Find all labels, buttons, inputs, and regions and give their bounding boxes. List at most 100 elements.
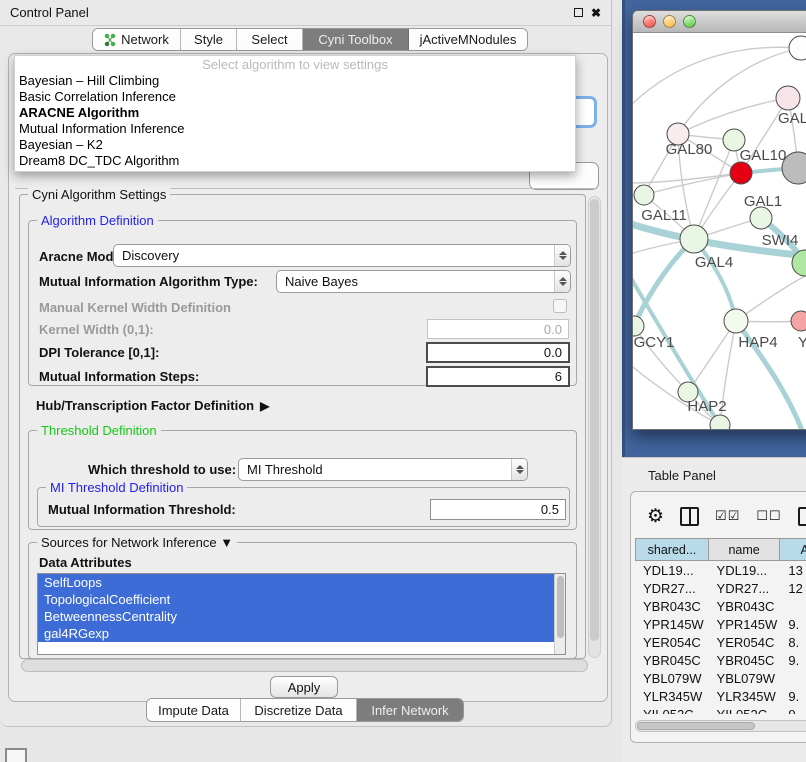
network-edge[interactable] (633, 173, 741, 183)
mi-steps-field[interactable]: 6 (426, 366, 570, 387)
table-cell[interactable]: YIL052C (709, 705, 781, 714)
network-node[interactable] (789, 36, 806, 60)
tab-jactivemnodules[interactable]: jActiveMNodules (409, 29, 527, 50)
table-cell[interactable]: 9 (780, 705, 806, 714)
tab-select[interactable]: Select (237, 29, 303, 50)
settings-vscroll-thumb[interactable] (590, 199, 599, 641)
table-cell[interactable]: YDR27... (635, 579, 709, 597)
table-cell[interactable]: 12 (780, 579, 806, 597)
data-attribute-item[interactable]: TopologicalCoefficient (38, 591, 554, 608)
algorithm-option[interactable]: ARACNE Algorithm (15, 105, 575, 121)
expanded-arrow-icon[interactable]: ▼ (220, 535, 233, 550)
split-panel-icon[interactable] (680, 507, 699, 526)
table-cell[interactable]: YIL052C (635, 705, 709, 714)
kernel-width-field[interactable]: 0.0 (427, 319, 569, 339)
table-cell[interactable]: YLR345W (635, 687, 709, 705)
table-cell[interactable]: YBR045C (709, 651, 781, 669)
aracne-mode-select[interactable]: Discovery (113, 244, 571, 267)
table-cell[interactable]: YDL19... (709, 561, 781, 579)
algorithm-option[interactable]: Bayesian – Hill Climbing (15, 73, 575, 89)
minimized-panel-icon[interactable] (5, 748, 27, 762)
gear-icon[interactable]: ⚙ (647, 507, 664, 526)
mi-type-select[interactable]: Naive Bayes (276, 270, 571, 293)
network-graph[interactable]: GALGAL80GAL10GAL1GAL11SWI4GAL4GCY1HAP4YH… (633, 33, 806, 430)
table-cell[interactable] (780, 669, 806, 687)
tab-impute-data[interactable]: Impute Data (147, 699, 241, 721)
network-node[interactable] (710, 415, 730, 430)
network-node-gal4[interactable] (680, 225, 708, 253)
table-row[interactable]: YIL052CYIL052C9 (635, 705, 806, 714)
algorithm-option[interactable]: Bayesian – K2 (15, 137, 575, 153)
network-node-gal11[interactable] (634, 185, 654, 205)
tab-discretize-data[interactable]: Discretize Data (241, 699, 357, 721)
table-cell[interactable]: 9. (780, 615, 806, 633)
table-row[interactable]: YBR043CYBR043C (635, 597, 806, 615)
data-attributes-list[interactable]: SelfLoopsTopologicalCoefficientBetweenne… (37, 573, 566, 655)
select-all-checks-icon[interactable]: ☑☑ (715, 508, 740, 524)
table-cell[interactable]: 13 (780, 561, 806, 579)
table-cell[interactable]: YPR145W (635, 615, 709, 633)
table-row[interactable]: YDR27...YDR27...12 (635, 579, 806, 597)
network-node-gal[interactable] (776, 86, 800, 110)
list-scrollbar-thumb[interactable] (557, 576, 564, 638)
table-cell[interactable]: YER054C (709, 633, 781, 651)
table-row[interactable]: YDL19...YDL19...13 (635, 561, 806, 579)
mi-threshold-field[interactable]: 0.5 (430, 499, 566, 520)
tab-style[interactable]: Style (181, 29, 237, 50)
float-window-icon[interactable] (574, 8, 583, 17)
table-row[interactable]: YPR145WYPR145W9. (635, 615, 806, 633)
table-cell[interactable]: YBR043C (635, 597, 709, 615)
settings-horizontal-scrollbar[interactable] (21, 659, 588, 672)
algorithm-option[interactable]: Dream8 DC_TDC Algorithm (15, 153, 575, 169)
table-cell[interactable]: YLR345W (709, 687, 781, 705)
table-cell[interactable]: 9. (780, 687, 806, 705)
list-scrollbar[interactable] (554, 574, 565, 654)
algorithm-option[interactable]: Basic Correlation Inference (15, 89, 575, 105)
table-horizontal-scrollbar[interactable] (635, 720, 806, 732)
table-column-header[interactable]: name (709, 539, 780, 560)
apply-button[interactable]: Apply (270, 676, 338, 698)
tab-network[interactable]: Network (93, 29, 181, 50)
table-cell[interactable] (780, 597, 806, 615)
table-row[interactable]: YBL079WYBL079W (635, 669, 806, 687)
table-column-header[interactable]: A (780, 539, 806, 560)
network-canvas[interactable]: GALGAL80GAL10GAL1GAL11SWI4GAL4GCY1HAP4YH… (633, 33, 806, 430)
table-cell[interactable]: YBR043C (709, 597, 781, 615)
traffic-light-minimize-icon[interactable] (663, 15, 676, 28)
network-node-hap4[interactable] (724, 309, 748, 333)
data-attribute-item[interactable]: gal4RGexp (38, 625, 554, 642)
document-icon[interactable] (798, 507, 806, 526)
manual-kernel-checkbox[interactable] (553, 299, 567, 313)
table-cell[interactable]: YBL079W (635, 669, 709, 687)
table-row[interactable]: YLR345WYLR345W9. (635, 687, 806, 705)
tab-infer-network[interactable]: Infer Network (357, 699, 463, 721)
table-cell[interactable]: YDR27... (709, 579, 781, 597)
table-row[interactable]: YER054CYER054C8. (635, 633, 806, 651)
tab-cyni-toolbox[interactable]: Cyni Toolbox (303, 29, 409, 50)
dpi-tolerance-field[interactable]: 0.0 (426, 342, 570, 363)
table-row[interactable]: YBR045CYBR045C9. (635, 651, 806, 669)
network-edge[interactable] (633, 363, 720, 425)
traffic-light-close-icon[interactable] (643, 15, 656, 28)
table-cell[interactable]: YDL19... (635, 561, 709, 579)
network-node-y[interactable] (791, 311, 806, 331)
table-cell[interactable]: 9. (780, 651, 806, 669)
traffic-light-zoom-icon[interactable] (683, 15, 696, 28)
collapsed-arrow-icon[interactable]: ▶ (260, 399, 269, 413)
data-attribute-item[interactable]: SelfLoops (38, 574, 554, 591)
table-cell[interactable]: YBL079W (709, 669, 781, 687)
network-node-gcy1[interactable] (633, 316, 644, 336)
settings-vertical-scrollbar[interactable] (588, 196, 601, 658)
table-cell[interactable]: YPR145W (709, 615, 781, 633)
close-icon[interactable]: ✖ (591, 7, 601, 19)
table-hscroll-thumb[interactable] (637, 722, 755, 730)
table-column-header[interactable]: shared... (636, 539, 709, 560)
hub-tf-definition-toggle[interactable]: Hub/Transcription Factor Definition▶ (36, 398, 269, 413)
which-threshold-select[interactable]: MI Threshold (238, 458, 528, 481)
data-attribute-item[interactable]: BetweennessCentrality (38, 608, 554, 625)
algorithm-option[interactable]: Mutual Information Inference (15, 121, 575, 137)
table-cell[interactable]: 8. (780, 633, 806, 651)
table-cell[interactable]: YER054C (635, 633, 709, 651)
deselect-all-checks-icon[interactable]: ☐☐ (756, 508, 781, 524)
network-node-swi4[interactable] (750, 207, 772, 229)
